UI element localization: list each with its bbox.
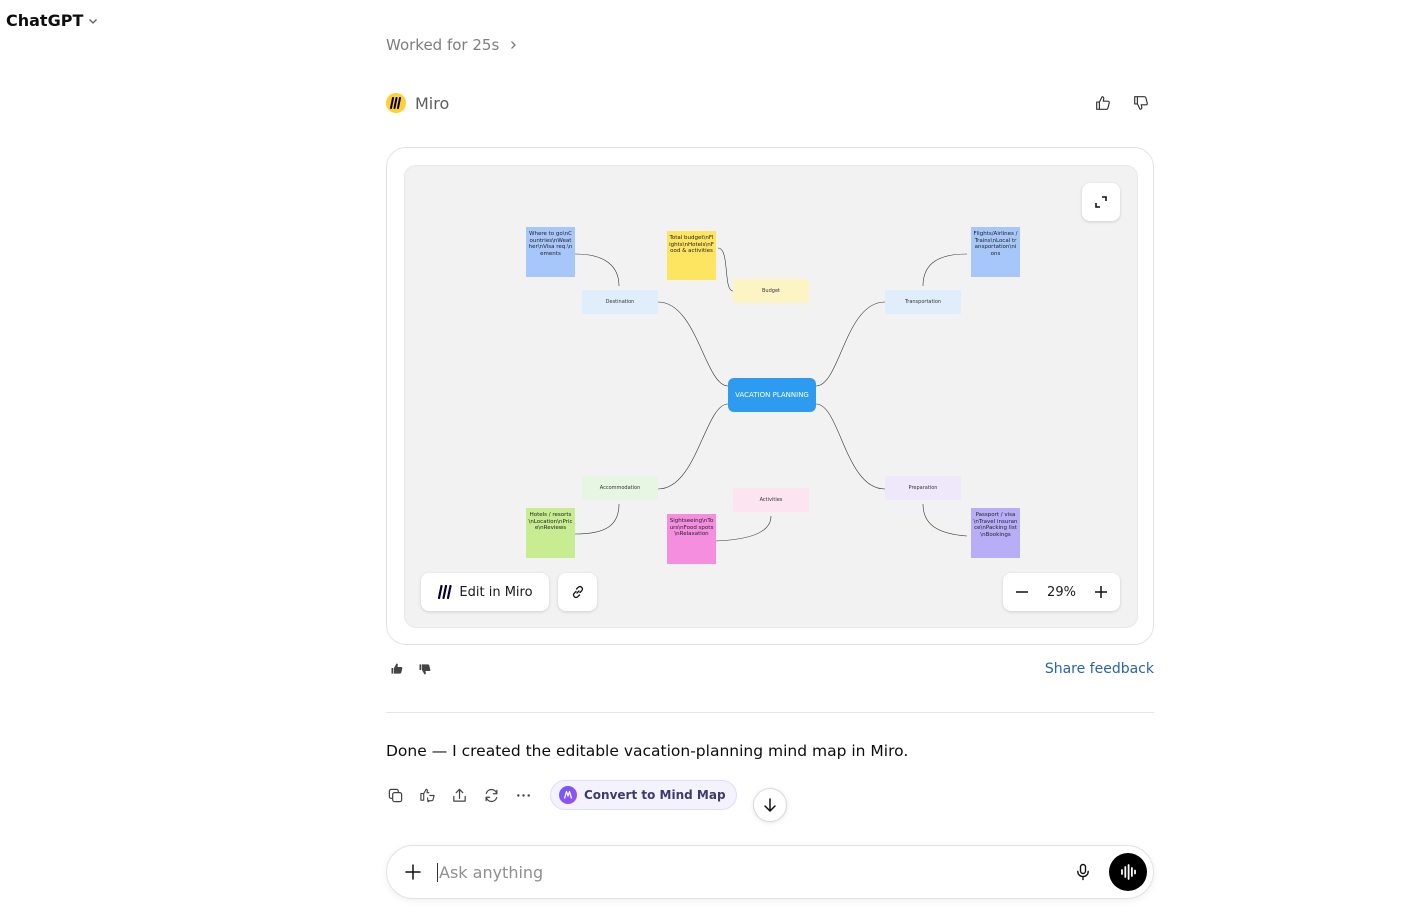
thumbs-up-icon[interactable] xyxy=(1094,94,1112,112)
app-title: ChatGPT xyxy=(6,11,84,30)
refresh-icon xyxy=(485,788,497,802)
voice-waveform-icon xyxy=(1121,864,1136,880)
feedback-button[interactable] xyxy=(418,786,436,804)
branch-accommodation[interactable]: Accommodation xyxy=(582,476,658,500)
copy-button[interactable] xyxy=(386,786,404,804)
sticky-activities[interactable]: Sightseeing\nTours\nFood spots\nRelaxati… xyxy=(667,514,716,564)
sticky-preparation[interactable]: Passport / visa\nTravel insurance\nPacki… xyxy=(971,508,1020,558)
zoom-level: 29% xyxy=(1047,584,1076,600)
expand-button[interactable] xyxy=(1082,183,1120,221)
mind-map-center-node[interactable]: VACATION PLANNING xyxy=(728,378,816,412)
plus-icon xyxy=(405,864,421,880)
chat-composer xyxy=(386,845,1154,899)
tool-header: Miro xyxy=(386,91,1154,115)
zoom-control: 29% xyxy=(1003,573,1120,611)
miro-icon xyxy=(438,585,453,599)
branch-budget[interactable]: Budget xyxy=(733,279,809,303)
sticky-transportation[interactable]: Flights/Airlines / Trains\nLocal transpo… xyxy=(971,227,1020,277)
chevron-down-icon xyxy=(89,18,98,24)
share-button[interactable] xyxy=(450,786,468,804)
model-selector[interactable]: ChatGPT xyxy=(6,11,99,30)
link-icon xyxy=(572,585,583,599)
arrow-down-icon xyxy=(764,798,776,812)
embed-feedback xyxy=(390,662,432,676)
expand-icon xyxy=(1095,196,1107,208)
sticky-accommodation[interactable]: Hotels / resorts\nLocation\nPrice\nRevie… xyxy=(526,508,575,558)
chat-input[interactable] xyxy=(437,862,1073,882)
share-icon xyxy=(452,788,466,802)
divider xyxy=(386,712,1154,713)
worked-for-toggle[interactable]: Worked for 25s xyxy=(386,36,519,54)
branch-preparation[interactable]: Preparation xyxy=(885,476,961,500)
branch-activities[interactable]: Activities xyxy=(733,488,809,512)
mind-map-icon xyxy=(559,786,577,804)
more-icon xyxy=(516,793,530,797)
assistant-message: Done — I created the editable vacation-p… xyxy=(386,742,909,760)
copy-link-button[interactable] xyxy=(558,573,597,611)
dictate-button[interactable] xyxy=(1073,862,1093,882)
tool-name: Miro xyxy=(415,93,450,113)
more-options-button[interactable] xyxy=(514,786,532,804)
minus-icon xyxy=(1016,591,1028,593)
thumbs-up-filled-icon[interactable] xyxy=(390,662,404,676)
miro-logo-icon xyxy=(386,93,406,113)
copy-icon xyxy=(388,788,402,802)
zoom-out-button[interactable] xyxy=(1015,585,1029,599)
plus-icon xyxy=(1095,586,1107,598)
convert-to-mind-map-button[interactable]: Convert to Mind Map xyxy=(550,780,737,810)
thumbs-down-icon[interactable] xyxy=(1132,94,1150,112)
regenerate-button[interactable] xyxy=(482,786,500,804)
sticky-budget[interactable]: Total budget\nFlights\nHotels\nFood & ac… xyxy=(667,231,716,280)
zoom-in-button[interactable] xyxy=(1094,585,1108,599)
thumbs-down-filled-icon[interactable] xyxy=(418,662,432,676)
convert-label: Convert to Mind Map xyxy=(584,788,726,802)
worked-label: Worked for 25s xyxy=(386,36,500,54)
miro-embed-card: VACATION PLANNING Destination Budget Tra… xyxy=(386,147,1154,645)
message-actions: Convert to Mind Map xyxy=(386,780,737,810)
microphone-icon xyxy=(1077,863,1089,881)
share-feedback-link[interactable]: Share feedback xyxy=(1040,661,1154,677)
scroll-to-bottom-button[interactable] xyxy=(753,788,787,822)
edit-in-miro-button[interactable]: Edit in Miro xyxy=(421,573,549,611)
add-attachment-button[interactable] xyxy=(403,862,423,882)
voice-mode-button[interactable] xyxy=(1109,853,1147,891)
branch-transportation[interactable]: Transportation xyxy=(885,290,961,314)
branch-destination[interactable]: Destination xyxy=(582,290,658,314)
chevron-right-icon xyxy=(511,41,517,49)
miro-board-canvas[interactable]: VACATION PLANNING Destination Budget Tra… xyxy=(404,165,1138,628)
sticky-destination[interactable]: Where to go\nCountries\nWeather\nVisa re… xyxy=(526,227,575,277)
edit-in-miro-label: Edit in Miro xyxy=(459,584,533,600)
thumbs-icon xyxy=(419,788,435,802)
